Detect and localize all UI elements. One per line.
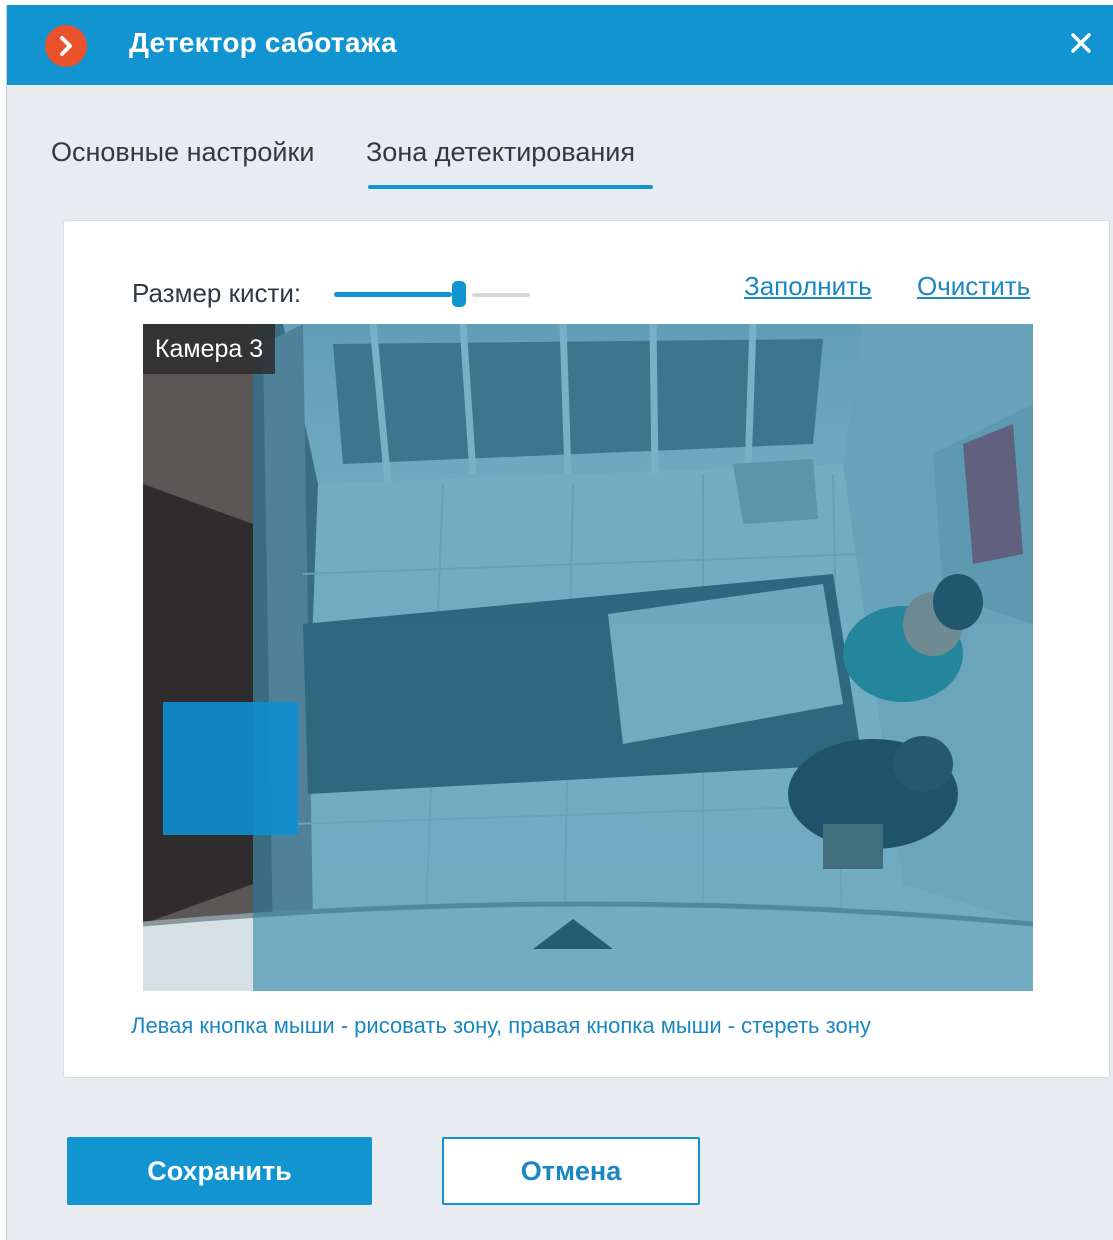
tab-detection-zone[interactable]: Зона детектирования bbox=[366, 137, 635, 168]
camera-preview-canvas[interactable]: Камера 3 bbox=[143, 324, 1033, 991]
cancel-button[interactable]: Отмена bbox=[442, 1137, 700, 1205]
slider-thumb[interactable] bbox=[452, 281, 466, 307]
camera-frame-image bbox=[143, 324, 1033, 991]
dialog-title: Детектор саботажа bbox=[129, 27, 397, 58]
slider-track-filled bbox=[334, 292, 452, 297]
camera-name-label: Камера 3 bbox=[143, 324, 275, 374]
brush-size-label: Размер кисти: bbox=[132, 278, 302, 308]
active-tab-indicator bbox=[368, 185, 653, 189]
zone-drawing-hint: Левая кнопка мыши - рисовать зону, права… bbox=[131, 1013, 871, 1038]
tab-main-settings[interactable]: Основные настройки bbox=[51, 137, 314, 168]
slider-track-empty bbox=[472, 293, 530, 297]
close-icon[interactable] bbox=[1061, 23, 1101, 63]
chevron-right-icon bbox=[45, 25, 87, 67]
save-button[interactable]: Сохранить bbox=[67, 1137, 372, 1205]
title-bar: Детектор саботажа bbox=[7, 5, 1113, 85]
fill-link[interactable]: Заполнить bbox=[744, 271, 872, 302]
clear-link[interactable]: Очистить bbox=[917, 271, 1030, 302]
zone-editor-panel: Размер кисти: Заполнить Очистить Камера … bbox=[63, 220, 1110, 1078]
sabotage-detector-dialog: Детектор саботажа Основные настройки Зон… bbox=[6, 5, 1113, 1240]
brush-size-slider[interactable] bbox=[334, 280, 530, 310]
